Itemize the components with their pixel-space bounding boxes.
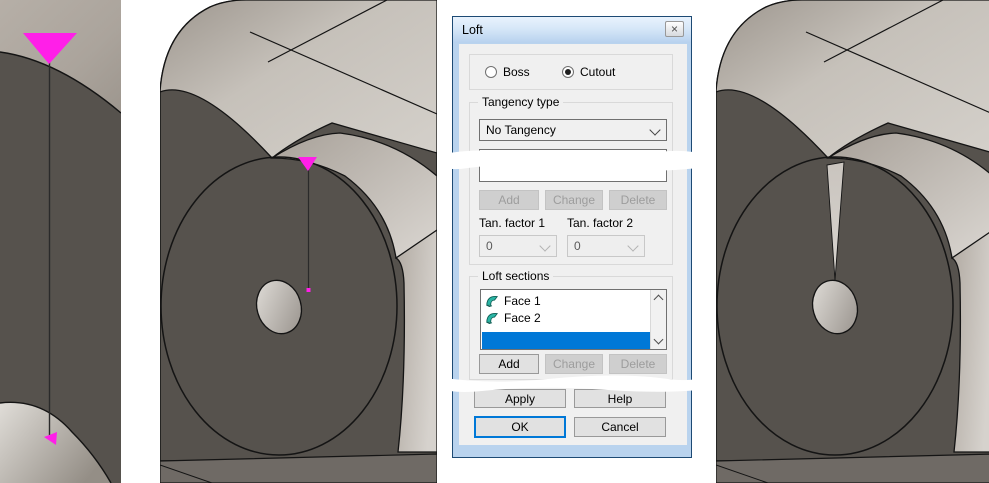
tan-factor-2-select: 0 xyxy=(567,235,645,257)
sections-add-button[interactable]: Add xyxy=(479,354,539,374)
tangency-add-button: Add xyxy=(479,190,539,210)
ok-button[interactable]: OK xyxy=(474,416,566,438)
list-item-face-2[interactable]: Face 2 xyxy=(482,309,541,326)
tan-factor-1-select: 0 xyxy=(479,235,557,257)
ok-label: OK xyxy=(511,420,528,434)
tan-factor-2-label: Tan. factor 2 xyxy=(567,216,633,230)
sections-change-label: Change xyxy=(553,357,595,371)
scroll-up-icon[interactable] xyxy=(654,295,664,305)
tangency-change-button: Change xyxy=(545,190,603,210)
scroll-down-icon[interactable] xyxy=(654,335,664,345)
close-icon: × xyxy=(671,22,678,36)
radio-cutout-label: Cutout xyxy=(580,65,615,79)
list-selected-empty-row[interactable] xyxy=(482,332,651,349)
tangency-type-value: No Tangency xyxy=(486,123,556,137)
tangency-list[interactable] xyxy=(479,149,667,182)
dialog-titlebar[interactable]: Loft xyxy=(453,17,691,43)
radio-boss[interactable]: Boss xyxy=(485,65,530,79)
tan-factor-1-value: 0 xyxy=(486,239,493,253)
face-icon xyxy=(485,294,499,307)
help-label: Help xyxy=(608,392,633,406)
screenshot-root: Loft × Boss Cutout Tangency type xyxy=(0,0,989,483)
tangency-add-label: Add xyxy=(498,193,519,207)
feature-type-group: Boss Cutout xyxy=(469,54,673,90)
face-icon xyxy=(485,311,499,324)
list-item-label: Face 1 xyxy=(504,294,541,308)
tan-factor-1-label: Tan. factor 1 xyxy=(479,216,545,230)
viewport-closeup-left xyxy=(0,0,121,483)
part-view-closeup xyxy=(0,0,121,483)
cancel-label: Cancel xyxy=(601,420,638,434)
dialog-body: Boss Cutout Tangency type No Tangency Ad… xyxy=(459,44,687,445)
viewport-part-before xyxy=(160,0,437,483)
radio-boss-circle-icon[interactable] xyxy=(485,66,497,78)
tan-factor-2-value: 0 xyxy=(574,239,581,253)
sections-add-label: Add xyxy=(498,357,519,371)
loft-dialog: Loft × Boss Cutout Tangency type xyxy=(452,16,692,458)
help-button[interactable]: Help xyxy=(574,389,666,408)
part-view-after xyxy=(716,0,989,483)
list-item-label: Face 2 xyxy=(504,311,541,325)
tangency-delete-label: Delete xyxy=(621,193,656,207)
chevron-down-icon xyxy=(649,124,660,135)
viewport-part-after xyxy=(716,0,989,483)
list-item-face-1[interactable]: Face 1 xyxy=(482,292,541,309)
chevron-down-icon xyxy=(539,240,550,251)
radio-cutout-circle-icon[interactable] xyxy=(562,66,574,78)
radio-cutout[interactable]: Cutout xyxy=(562,65,615,79)
dialog-title: Loft xyxy=(462,23,483,37)
tangency-type-select[interactable]: No Tangency xyxy=(479,119,667,141)
tangency-change-label: Change xyxy=(553,193,595,207)
sections-delete-label: Delete xyxy=(621,357,656,371)
close-button[interactable]: × xyxy=(665,21,684,37)
loft-sections-list[interactable]: Face 1 Face 2 xyxy=(480,289,667,350)
apply-button[interactable]: Apply xyxy=(474,389,566,408)
sections-delete-button: Delete xyxy=(609,354,667,374)
tangency-group-label: Tangency type xyxy=(478,95,563,109)
radio-boss-label: Boss xyxy=(503,65,530,79)
loft-sections-group-label: Loft sections xyxy=(478,269,553,283)
cancel-button[interactable]: Cancel xyxy=(574,417,666,437)
list-scrollbar[interactable] xyxy=(650,290,666,349)
sections-change-button: Change xyxy=(545,354,603,374)
chevron-down-icon xyxy=(627,240,638,251)
tangency-delete-button: Delete xyxy=(609,190,667,210)
apply-label: Apply xyxy=(505,392,535,406)
part-view-before xyxy=(160,0,437,483)
loft-endpoint-marker[interactable] xyxy=(307,288,311,292)
